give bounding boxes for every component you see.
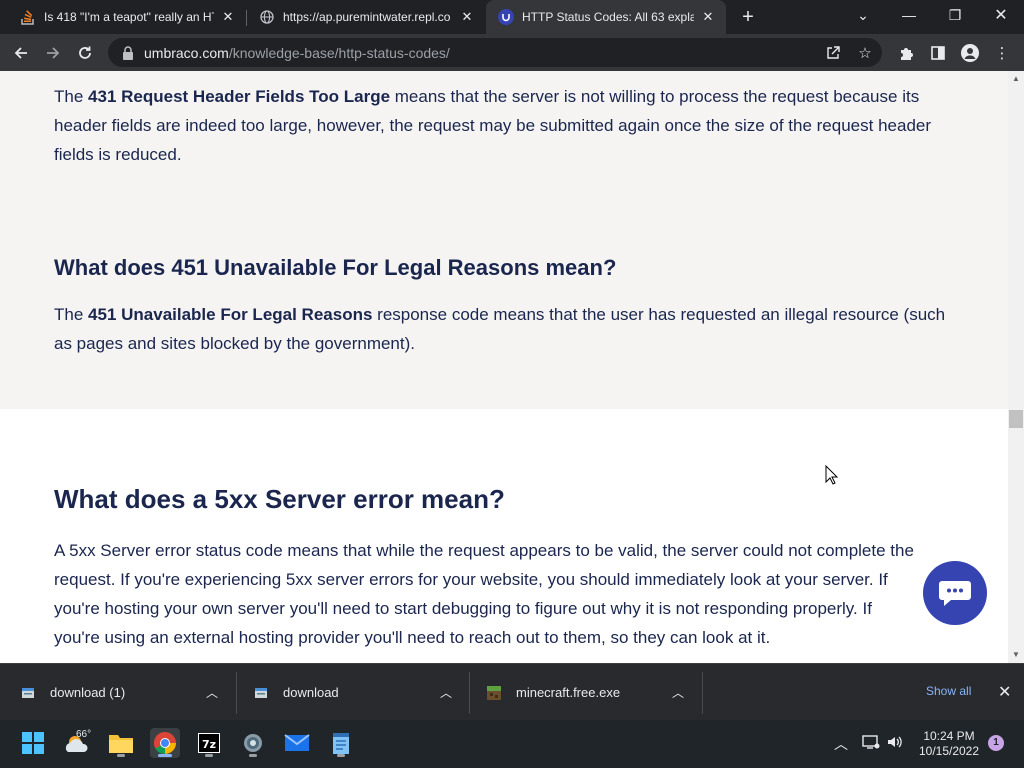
bold-451: 451 Unavailable For Legal Reasons [88,305,373,324]
bold-431: 431 Request Header Fields Too Large [88,87,391,106]
volume-icon[interactable] [886,734,904,753]
heading-451: What does 451 Unavailable For Legal Reas… [54,255,617,280]
clock-date: 10/15/2022 [918,744,980,758]
bookmark-star-icon[interactable]: ☆ [856,44,874,62]
running-indicator [158,754,172,757]
paragraph-5xx: A 5xx Server error status code means tha… [54,541,914,647]
svg-text:7z: 7z [202,738,216,751]
menu-kebab-icon[interactable]: ⋮ [992,43,1012,63]
globe-icon [259,9,275,25]
download-item[interactable]: download [253,664,339,721]
divider [702,672,703,714]
mouse-cursor-icon [825,464,839,490]
chat-button[interactable] [923,561,987,625]
divider [236,672,237,714]
show-all-button[interactable]: Show all [926,684,971,698]
download-filename: download (1) [50,685,126,700]
chrome-icon[interactable] [150,728,180,758]
file-explorer-icon[interactable] [106,728,136,758]
clock-time: 10:24 PM [923,729,975,743]
settings-gear-icon[interactable] [238,728,268,758]
tab-title: Is 418 "I'm a teapot" really an HT [44,10,214,24]
tab-search-icon[interactable]: ⌄ [840,0,886,30]
divider [469,672,470,714]
page-content: The 431 Request Header Fields Too Large … [0,71,1008,663]
chevron-up-icon[interactable]: ︿ [440,684,452,701]
umbraco-icon [498,9,514,25]
url-host: umbraco.com [144,44,229,61]
back-arrow-icon[interactable] [8,40,34,66]
file-icon [20,685,36,701]
paragraph-431: The 431 Request Header Fields Too Large … [54,87,932,164]
download-filename: download [283,685,339,700]
lock-icon[interactable] [122,45,134,60]
system-clock[interactable]: 10:24 PM 10/15/2022 [918,729,980,759]
notification-badge[interactable]: 1 [988,735,1004,751]
reload-icon[interactable] [72,40,98,66]
browser-toolbar: umbraco.com/knowledge-base/http-status-c… [0,34,1024,71]
running-indicator [337,754,345,757]
tab-repl[interactable]: https://ap.puremintwater.repl.co ✕ [247,0,485,34]
minimize-icon[interactable]: — [886,0,932,30]
tab-teapot[interactable]: Is 418 "I'm a teapot" really an HT ✕ [8,0,246,34]
tab-title: HTTP Status Codes: All 63 explain [522,10,694,24]
close-icon[interactable]: ✕ [998,682,1011,702]
extensions-icon[interactable] [896,43,916,63]
tab-title: https://ap.puremintwater.repl.co [283,10,451,24]
running-indicator [249,754,257,757]
notepad-icon[interactable] [326,728,356,758]
download-item[interactable]: download (1) [20,664,125,721]
scroll-up-icon[interactable]: ▲ [1008,73,1024,85]
running-indicator [205,754,213,757]
paragraph-451: The 451 Unavailable For Legal Reasons re… [54,305,946,353]
start-windows-icon[interactable] [18,728,48,758]
download-filename: minecraft.free.exe [516,685,621,700]
close-icon[interactable]: ✕ [459,9,475,25]
restore-icon[interactable]: ❐ [932,0,978,30]
tab-http-status-codes[interactable]: HTTP Status Codes: All 63 explain ✕ [486,0,726,34]
chat-bubble-icon [939,581,971,606]
new-tab-button[interactable]: + [737,6,759,28]
stackoverflow-icon [20,9,36,25]
minecraft-icon [486,685,502,701]
close-icon[interactable]: ✕ [220,9,236,25]
tray-chevron-up-icon[interactable]: ︿ [834,734,848,754]
forward-arrow-icon[interactable] [40,40,66,66]
tab-strip: Is 418 "I'm a teapot" really an HT ✕ htt… [0,0,1024,34]
running-indicator [117,754,125,757]
side-panel-icon[interactable] [928,43,948,63]
scroll-down-icon[interactable]: ▼ [1008,649,1024,661]
window-close-icon[interactable]: ✕ [978,0,1024,30]
windows-taskbar: 66° 7z ︿ 10:24 PM 10/15/2022 1 [0,720,1024,768]
profile-avatar-icon[interactable] [960,43,980,63]
address-bar[interactable]: umbraco.com/knowledge-base/http-status-c… [108,38,882,67]
chevron-up-icon[interactable]: ︿ [206,684,218,701]
network-icon[interactable] [862,734,880,753]
scrollbar-thumb[interactable] [1009,410,1023,428]
download-shelf: download (1) ︿ download ︿ minecraft.free… [0,663,1024,720]
download-item[interactable]: minecraft.free.exe [486,664,620,721]
7zip-icon[interactable]: 7z [194,728,224,758]
share-icon[interactable] [824,44,842,62]
page-scrollbar[interactable] [1008,71,1024,663]
mail-icon[interactable] [282,728,312,758]
chevron-up-icon[interactable]: ︿ [672,684,684,701]
url-path: /knowledge-base/http-status-codes/ [228,44,450,61]
close-icon[interactable]: ✕ [700,9,716,25]
file-icon [253,685,269,701]
heading-5xx: What does a 5xx Server error mean? [54,484,505,514]
weather-temperature: 66° [76,729,92,740]
